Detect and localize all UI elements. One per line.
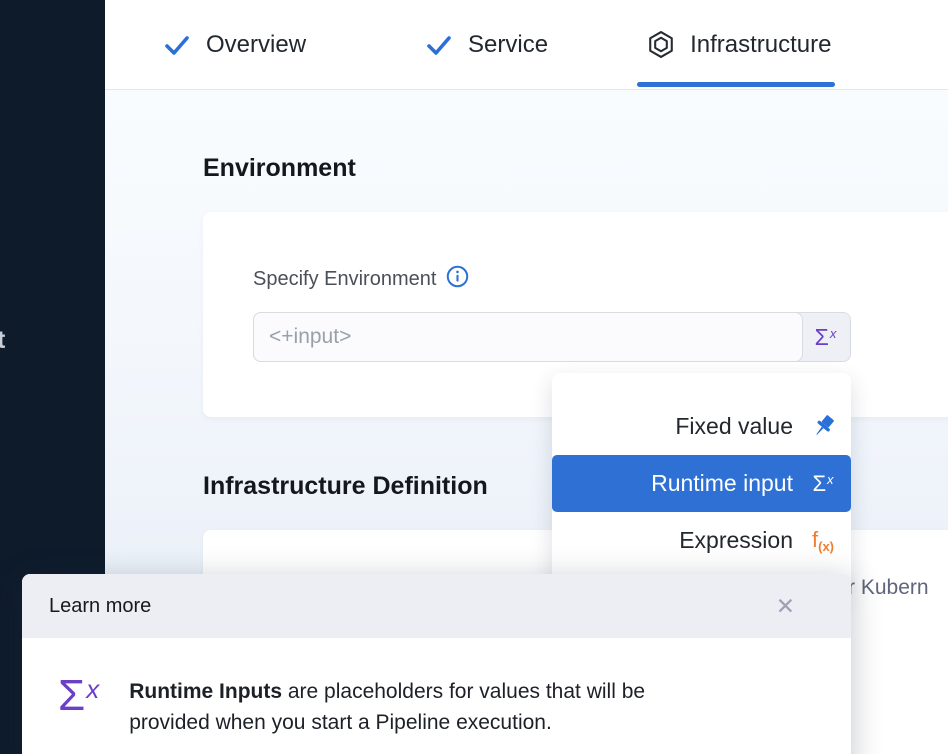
value-type-menu: Fixed value Runtime input Σx Expression (552, 373, 851, 589)
learn-more-text: Runtime Inputs are placeholders for valu… (129, 676, 645, 738)
pin-icon (805, 409, 841, 445)
menu-item-label: Fixed value (675, 413, 793, 440)
environment-input[interactable] (253, 312, 803, 362)
app-window: t Overview Service Infrastructure (0, 0, 948, 754)
check-icon (163, 31, 191, 59)
clipped-kubernetes-text: r Kubern (848, 576, 929, 600)
menu-item-label: Expression (679, 527, 793, 554)
learn-more-body: Σx Runtime Inputs are placeholders for v… (22, 638, 851, 738)
menu-item-fixed-value[interactable]: Fixed value (552, 398, 851, 455)
environment-input-group: Σx (253, 312, 851, 362)
sidebar-clipped-label: t (0, 326, 5, 355)
sigma-icon: Σx (58, 676, 99, 738)
check-icon (425, 31, 453, 59)
learn-more-title: Learn more (49, 595, 151, 618)
learn-more-popup: Learn more ✕ Σx Runtime Inputs are place… (22, 574, 851, 754)
menu-item-expression[interactable]: Expression f(x) (552, 512, 851, 569)
stage-tabs: Overview Service Infrastructure (105, 0, 948, 90)
tab-service[interactable]: Service (425, 0, 548, 89)
runtime-input-type-button[interactable]: Σx (801, 313, 850, 361)
learn-more-header: Learn more ✕ (22, 574, 851, 638)
sigma-icon: Σx (815, 326, 837, 349)
tab-overview-label: Overview (206, 31, 306, 59)
infrastructure-definition-heading: Infrastructure Definition (203, 472, 488, 501)
environment-heading: Environment (203, 154, 356, 183)
tab-service-label: Service (468, 31, 548, 59)
tab-overview[interactable]: Overview (163, 0, 306, 89)
tab-infrastructure-label: Infrastructure (690, 31, 831, 59)
sigma-icon: Σx (805, 466, 841, 502)
tab-infrastructure[interactable]: Infrastructure (647, 0, 831, 89)
hexagon-icon (647, 30, 675, 59)
close-icon[interactable]: ✕ (776, 595, 795, 618)
menu-item-label: Runtime input (651, 470, 793, 497)
menu-item-runtime-input[interactable]: Runtime input Σx (552, 455, 851, 512)
specify-environment-label: Specify Environment (253, 268, 436, 291)
info-icon[interactable] (446, 265, 469, 294)
specify-environment-label-row: Specify Environment (253, 265, 469, 294)
fx-icon: f(x) (805, 523, 841, 559)
